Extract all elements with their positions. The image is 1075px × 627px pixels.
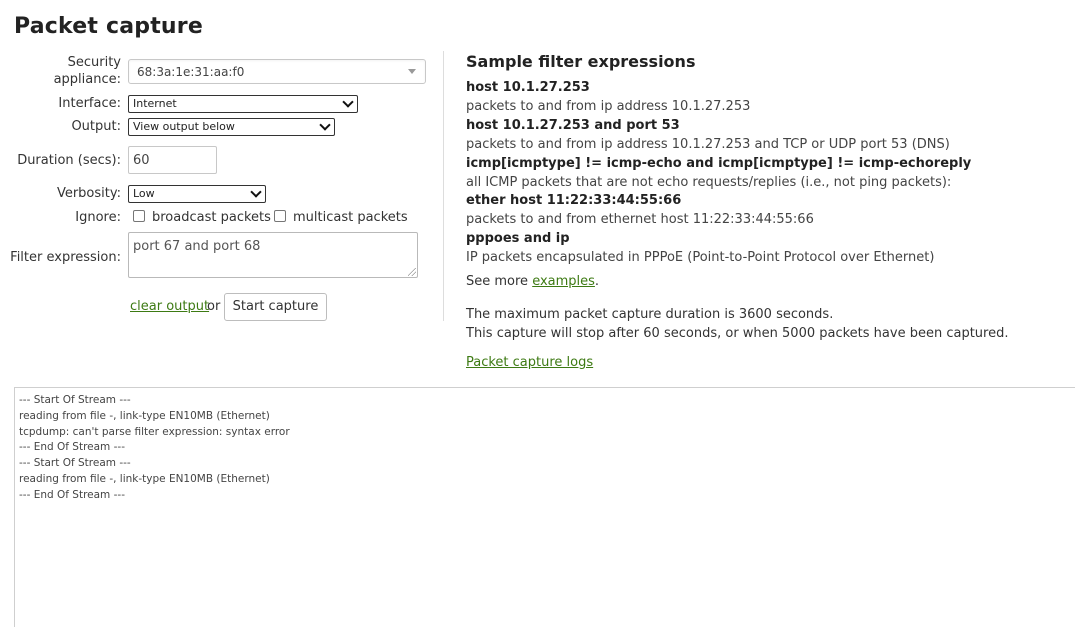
sample-expression: host 10.1.27.253 and port 53	[466, 118, 680, 133]
multicast-label: multicast packets	[293, 210, 408, 225]
verbosity-value: Low	[133, 187, 155, 200]
output-line: reading from file -, link-type EN10MB (E…	[19, 472, 270, 485]
start-capture-button[interactable]: Start capture	[224, 293, 327, 321]
packet-capture-logs-link[interactable]: Packet capture logs	[466, 355, 593, 370]
output-line: --- Start Of Stream ---	[19, 457, 131, 470]
security-appliance-select[interactable]: 68:3a:1e:31:aa:f0	[128, 59, 426, 84]
filter-expression-textarea[interactable]: port 67 and port 68	[128, 232, 418, 278]
max-duration-text: The maximum packet capture duration is 3…	[466, 307, 834, 322]
sample-description: packets to and from ethernet host 11:22:…	[466, 212, 814, 227]
filter-expression-value: port 67 and port 68	[133, 239, 261, 254]
chevron-down-icon	[319, 119, 331, 131]
verbosity-label: Verbosity:	[56, 186, 121, 201]
or-text: or	[207, 299, 221, 314]
see-more-text: See more examples.	[466, 274, 600, 289]
output-label: Output:	[71, 119, 121, 134]
capture-form: Security appliance: 68:3a:1e:31:aa:f0 In…	[0, 0, 440, 380]
ignore-label: Ignore:	[75, 210, 121, 225]
output-line: reading from file -, link-type EN10MB (E…	[19, 409, 270, 422]
verbosity-select[interactable]: Low	[128, 185, 266, 203]
security-appliance-label: Security appliance:	[53, 55, 121, 87]
capture-output-area[interactable]: --- Start Of Stream --- reading from fil…	[14, 387, 1075, 627]
filter-expression-label: Filter expression:	[10, 250, 121, 265]
vertical-divider	[443, 51, 444, 321]
output-value: View output below	[133, 120, 235, 133]
sample-description: packets to and from ip address 10.1.27.2…	[466, 99, 751, 114]
sample-expression: host 10.1.27.253	[466, 80, 590, 95]
broadcast-checkbox[interactable]	[133, 210, 145, 222]
dropdown-caret-icon	[408, 69, 416, 74]
sample-description: packets to and from ip address 10.1.27.2…	[466, 137, 950, 152]
clear-output-link[interactable]: clear output	[130, 299, 209, 314]
chevron-down-icon	[250, 186, 262, 198]
examples-link[interactable]: examples	[532, 274, 595, 289]
interface-label: Interface:	[58, 96, 121, 111]
resize-grip-icon[interactable]	[408, 268, 416, 276]
interface-value: Internet	[133, 97, 177, 110]
sample-expression: icmp[icmptype] != icmp-echo and icmp[icm…	[466, 156, 972, 171]
duration-label: Duration (secs):	[17, 153, 121, 168]
sample-description: all ICMP packets that are not echo reque…	[466, 175, 952, 190]
sample-expression: ether host 11:22:33:44:55:66	[466, 193, 682, 208]
interface-select[interactable]: Internet	[128, 95, 358, 113]
output-line: --- Start Of Stream ---	[19, 394, 131, 406]
output-line: --- End Of Stream ---	[19, 441, 125, 454]
output-line: --- End Of Stream ---	[19, 488, 125, 501]
sample-description: IP packets encapsulated in PPPoE (Point-…	[466, 250, 935, 265]
output-line: tcpdump: can't parse filter expression: …	[19, 425, 290, 438]
output-select[interactable]: View output below	[128, 118, 335, 136]
multicast-checkbox[interactable]	[274, 210, 286, 222]
broadcast-label: broadcast packets	[152, 210, 271, 225]
capture-stop-text: This capture will stop after 60 seconds,…	[466, 326, 1009, 341]
sample-expression: pppoes and ip	[466, 231, 570, 246]
security-appliance-value: 68:3a:1e:31:aa:f0	[137, 65, 245, 79]
chevron-down-icon	[342, 96, 354, 108]
sample-filters-heading: Sample filter expressions	[466, 52, 696, 71]
duration-input[interactable]: 60	[128, 146, 217, 174]
